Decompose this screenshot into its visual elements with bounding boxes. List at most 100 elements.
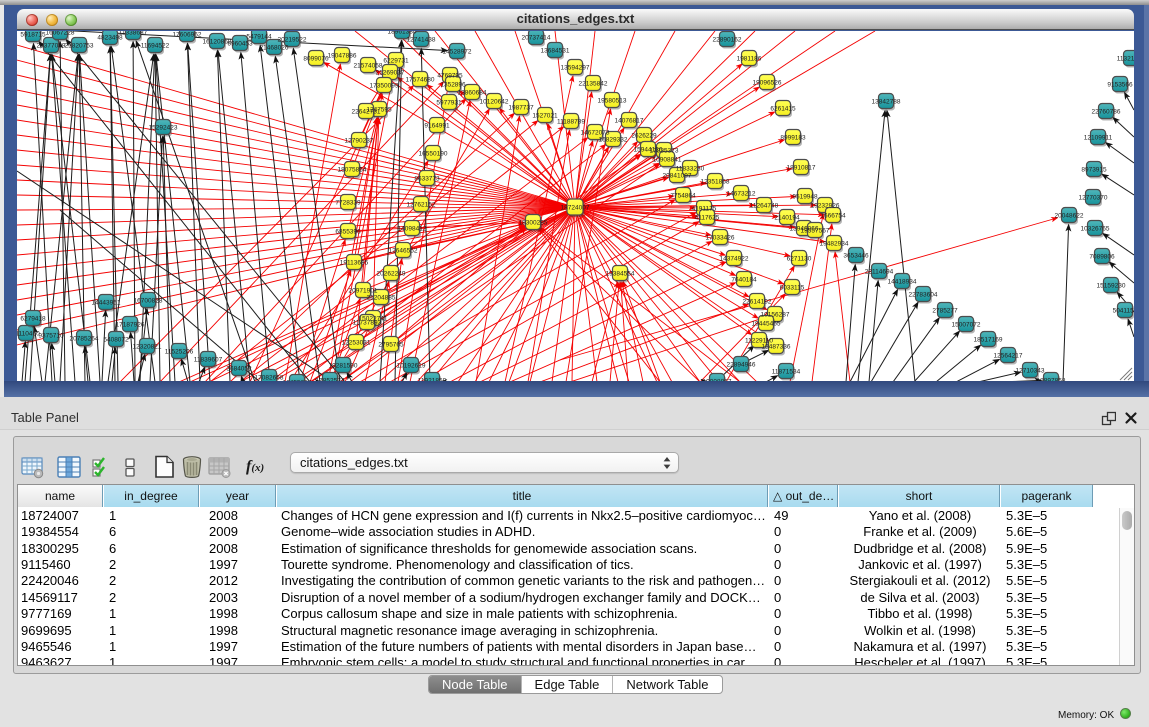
svg-text:18724007: 18724007 xyxy=(561,205,590,212)
svg-text:10120642: 10120642 xyxy=(480,99,509,106)
svg-text:20219522: 20219522 xyxy=(278,37,307,44)
svg-text:19482934: 19482934 xyxy=(820,241,849,248)
svg-text:16550190: 16550190 xyxy=(419,151,448,158)
svg-text:19232926: 19232926 xyxy=(811,203,840,210)
svg-text:19445465: 19445465 xyxy=(752,321,781,328)
svg-text:6261415: 6261415 xyxy=(770,106,796,113)
svg-text:22642731: 22642731 xyxy=(352,109,381,116)
svg-text:19113685: 19113685 xyxy=(340,260,369,267)
svg-text:6271130: 6271130 xyxy=(787,256,812,263)
svg-text:1987737: 1987737 xyxy=(508,105,534,112)
svg-text:12710343: 12710343 xyxy=(1016,368,1045,375)
svg-text:14443951: 14443951 xyxy=(92,300,121,307)
svg-text:2626229: 2626229 xyxy=(631,133,657,140)
svg-text:11264748: 11264748 xyxy=(750,203,779,210)
svg-text:12351868: 12351868 xyxy=(701,179,730,186)
svg-text:14076817: 14076817 xyxy=(615,118,644,125)
svg-text:17350099: 17350099 xyxy=(370,83,399,90)
svg-text:18961380: 18961380 xyxy=(388,31,417,36)
svg-text:20737414: 20737414 xyxy=(522,35,551,42)
svg-text:6855396: 6855396 xyxy=(335,229,361,236)
svg-text:19047886: 19047886 xyxy=(328,53,357,60)
svg-text:4191175: 4191175 xyxy=(692,206,717,213)
svg-text:16067228: 16067228 xyxy=(46,31,75,37)
svg-text:11737893: 11737893 xyxy=(353,320,382,327)
svg-text:14528972: 14528972 xyxy=(443,49,472,56)
svg-text:9519948: 9519948 xyxy=(792,194,818,201)
svg-text:9375710: 9375710 xyxy=(38,333,64,340)
svg-text:11833230: 11833230 xyxy=(676,166,705,173)
svg-text:21204885: 21204885 xyxy=(367,295,396,302)
svg-text:22614192: 22614192 xyxy=(743,299,772,306)
svg-text:18300295: 18300295 xyxy=(519,220,548,227)
svg-text:21269037: 21269037 xyxy=(376,70,405,77)
svg-text:11525206: 11525206 xyxy=(165,349,194,356)
svg-text:7089806: 7089806 xyxy=(1089,254,1115,261)
svg-text:11338687: 11338687 xyxy=(119,31,148,37)
svg-text:19384554: 19384554 xyxy=(606,271,635,278)
svg-text:7754864: 7754864 xyxy=(670,193,696,200)
svg-text:3684052: 3684052 xyxy=(226,366,252,373)
svg-text:14673212: 14673212 xyxy=(727,191,756,198)
svg-text:10156287: 10156287 xyxy=(761,312,790,319)
svg-text:16700828: 16700828 xyxy=(134,298,163,305)
svg-text:13842788: 13842788 xyxy=(872,99,901,106)
svg-text:12109911: 12109911 xyxy=(1084,135,1113,142)
svg-text:6960453: 6960453 xyxy=(227,41,253,48)
svg-text:17606962: 17606962 xyxy=(173,32,202,39)
svg-text:11694522: 11694522 xyxy=(141,43,170,50)
svg-text:22783604: 22783604 xyxy=(909,292,938,299)
svg-text:15007072: 15007072 xyxy=(952,322,981,329)
svg-text:11188789: 11188789 xyxy=(557,119,585,126)
svg-text:12790237: 12790237 xyxy=(345,138,374,145)
svg-text:22760786: 22760786 xyxy=(1092,109,1121,116)
svg-text:12564217: 12564217 xyxy=(994,353,1023,360)
svg-text:12646552: 12646552 xyxy=(389,248,418,255)
svg-text:3653446: 3653446 xyxy=(843,253,869,260)
svg-text:17852574: 17852574 xyxy=(316,378,345,382)
svg-text:18517169: 18517169 xyxy=(974,337,1003,344)
svg-text:19281590: 19281590 xyxy=(329,363,358,370)
svg-text:11321324: 11321324 xyxy=(1117,56,1134,63)
svg-text:21820753: 21820753 xyxy=(65,43,94,50)
svg-text:2785277: 2785277 xyxy=(932,308,958,315)
svg-text:8999183: 8999183 xyxy=(780,135,806,142)
svg-text:20841097: 20841097 xyxy=(663,173,692,180)
svg-text:16829332: 16829332 xyxy=(599,137,628,144)
svg-text:6033115: 6033115 xyxy=(780,285,805,292)
svg-text:18075854: 18075854 xyxy=(338,167,367,174)
svg-text:11921859: 11921859 xyxy=(418,378,447,382)
svg-text:17187926: 17187926 xyxy=(116,322,145,329)
svg-text:22135842: 22135842 xyxy=(579,81,608,88)
svg-text:9164991: 9164991 xyxy=(424,123,450,130)
svg-text:5041154: 5041154 xyxy=(1113,308,1134,315)
svg-text:17574680: 17574680 xyxy=(406,77,435,84)
svg-text:1352896: 1352896 xyxy=(440,82,466,89)
svg-text:17835373: 17835373 xyxy=(650,148,679,155)
svg-text:10908841: 10908841 xyxy=(653,157,682,164)
svg-text:13594297: 13594297 xyxy=(561,65,590,72)
svg-text:21574058: 21574058 xyxy=(354,63,383,70)
svg-text:12762152: 12762152 xyxy=(407,202,436,209)
svg-text:22114694: 22114694 xyxy=(865,269,894,276)
svg-text:1981186: 1981186 xyxy=(737,56,762,63)
svg-text:12320821: 12320821 xyxy=(133,344,162,351)
svg-text:6229731: 6229731 xyxy=(383,58,409,65)
svg-text:19557567: 19557567 xyxy=(801,228,830,235)
svg-text:18910817: 18910817 xyxy=(787,165,816,172)
svg-text:2795765: 2795765 xyxy=(378,342,404,349)
svg-text:19580513: 19580513 xyxy=(598,98,627,105)
svg-text:8633773: 8633773 xyxy=(414,176,440,183)
svg-text:10326765: 10326765 xyxy=(1081,226,1110,233)
svg-text:19008867: 19008867 xyxy=(703,379,732,382)
svg-text:1666754: 1666754 xyxy=(820,213,846,220)
svg-text:1527021: 1527021 xyxy=(532,113,558,120)
svg-text:16455324: 16455324 xyxy=(283,380,312,382)
svg-text:18897858: 18897858 xyxy=(1037,378,1066,382)
svg-text:5479144: 5479144 xyxy=(246,34,272,41)
svg-text:17082668: 17082668 xyxy=(255,375,284,382)
svg-text:7728339: 7728339 xyxy=(335,200,361,207)
svg-text:22890162: 22890162 xyxy=(713,37,742,44)
svg-text:21468026: 21468026 xyxy=(260,45,289,52)
svg-text:4117625: 4117625 xyxy=(695,215,720,222)
